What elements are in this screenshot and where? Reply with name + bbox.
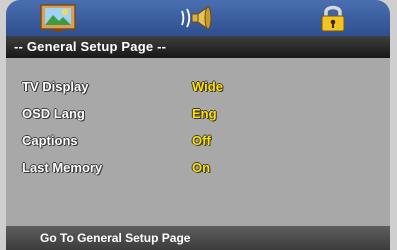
setting-row-tv-display[interactable]: TV Display Wide bbox=[6, 76, 390, 98]
tab-general-setup[interactable] bbox=[36, 3, 80, 33]
picture-icon bbox=[40, 4, 76, 32]
setting-row-captions[interactable]: Captions Off bbox=[6, 130, 390, 152]
category-tab-bar bbox=[6, 0, 390, 36]
setting-value[interactable]: On bbox=[192, 157, 210, 179]
status-hint: Go To General Setup Page bbox=[6, 226, 390, 250]
setting-label: Last Memory bbox=[22, 160, 103, 175]
speaker-icon bbox=[181, 6, 212, 30]
setting-label: Captions bbox=[22, 133, 78, 148]
setup-menu: -- General Setup Page -- TV Display Wide… bbox=[0, 0, 397, 250]
lock-icon bbox=[321, 5, 345, 32]
setting-row-osd-lang[interactable]: OSD Lang Eng bbox=[6, 103, 390, 125]
setting-value[interactable]: Wide bbox=[192, 76, 223, 98]
setting-value[interactable]: Off bbox=[192, 130, 211, 152]
setting-label: OSD Lang bbox=[22, 106, 85, 121]
settings-list: TV Display Wide OSD Lang Eng Captions Of… bbox=[6, 58, 390, 226]
setting-value[interactable]: Eng bbox=[192, 103, 217, 125]
page-title: -- General Setup Page -- bbox=[6, 36, 390, 58]
tab-audio-setup[interactable] bbox=[176, 3, 220, 33]
setting-row-last-memory[interactable]: Last Memory On bbox=[6, 157, 390, 179]
setting-label: TV Display bbox=[22, 79, 89, 94]
tab-password-setup[interactable] bbox=[311, 3, 355, 33]
